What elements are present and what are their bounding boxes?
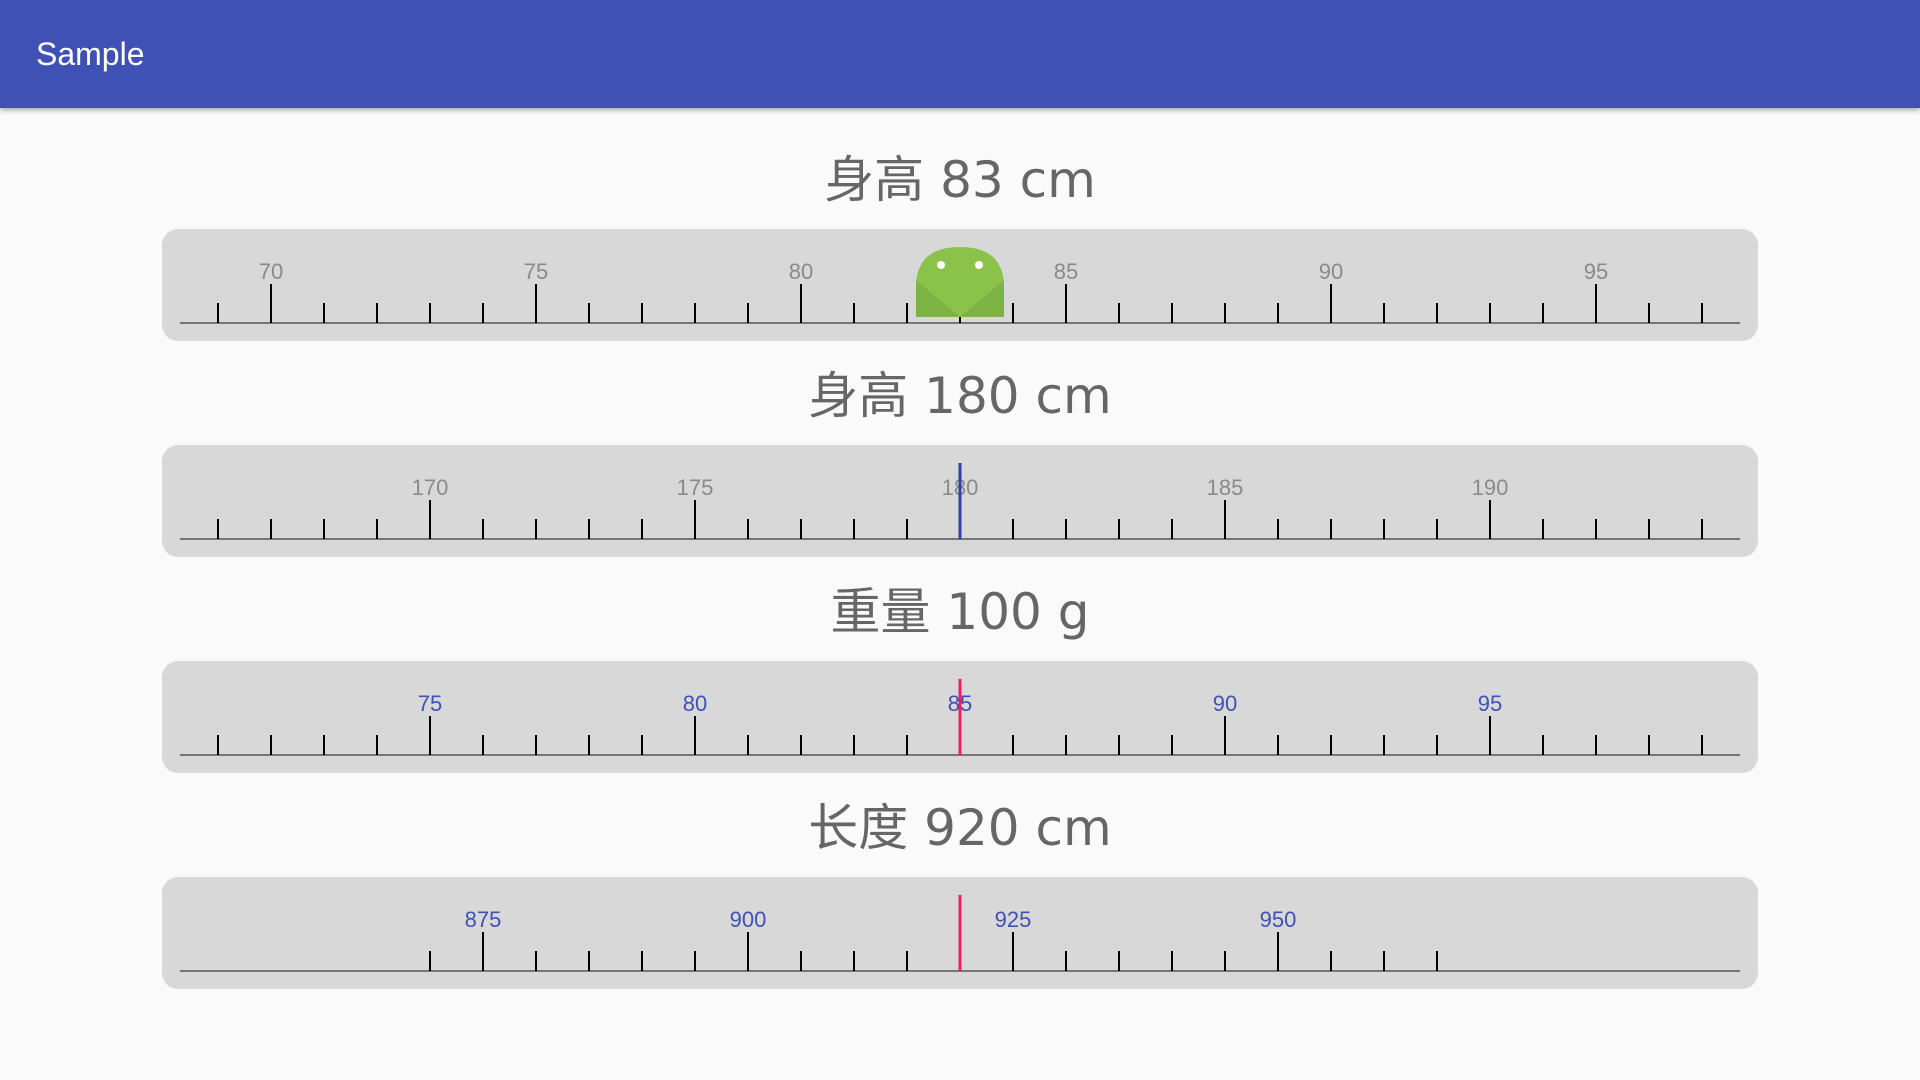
ruler-tick-label: 80 bbox=[683, 691, 707, 716]
ruler-tick-label: 80 bbox=[789, 259, 813, 284]
ruler-tick-label: 75 bbox=[418, 691, 442, 716]
ruler-tick-label: 70 bbox=[259, 259, 283, 284]
ruler-scale[interactable]: 70 75 80 85 90 95 bbox=[162, 229, 1758, 341]
ruler-title-length: 长度 920 cm bbox=[808, 799, 1112, 857]
app-bar: Sample bbox=[0, 0, 1920, 108]
ruler-scale[interactable]: 170 175 180 185 190 bbox=[162, 445, 1758, 557]
ruler-tick-label: 875 bbox=[465, 907, 502, 932]
ruler-tick-label: 90 bbox=[1213, 691, 1237, 716]
ruler-scale[interactable]: 875 900 925 950 bbox=[162, 877, 1758, 989]
ruler-tick-label: 170 bbox=[412, 475, 449, 500]
ruler-title-height-2: 身高 180 cm bbox=[808, 367, 1112, 425]
ruler-tick-label: 950 bbox=[1260, 907, 1297, 932]
ruler-height-2[interactable]: 170 175 180 185 190 bbox=[162, 445, 1758, 557]
ruler-scale[interactable]: 75 80 85 90 95 bbox=[162, 661, 1758, 773]
ruler-tick-label: 190 bbox=[1472, 475, 1509, 500]
ruler-tick-label: 900 bbox=[730, 907, 767, 932]
ruler-tick-label: 75 bbox=[524, 259, 548, 284]
ruler-title-height-1: 身高 83 cm bbox=[824, 151, 1096, 209]
ruler-tick-label: 185 bbox=[1207, 475, 1244, 500]
ruler-height-1[interactable]: 70 75 80 85 90 95 bbox=[162, 229, 1758, 341]
ruler-tick-label: 85 bbox=[1054, 259, 1078, 284]
ruler-tick-label: 95 bbox=[1584, 259, 1608, 284]
ruler-tick-label: 925 bbox=[995, 907, 1032, 932]
ruler-length[interactable]: 875 900 925 950 bbox=[162, 877, 1758, 989]
ruler-tick-label: 175 bbox=[677, 475, 714, 500]
ruler-tick-label: 90 bbox=[1319, 259, 1343, 284]
ruler-title-weight: 重量 100 g bbox=[830, 583, 1090, 641]
app-title: Sample bbox=[36, 36, 145, 72]
ruler-weight[interactable]: 75 80 85 90 95 bbox=[162, 661, 1758, 773]
ruler-tick-label: 95 bbox=[1478, 691, 1502, 716]
android-icon bbox=[916, 247, 1004, 317]
